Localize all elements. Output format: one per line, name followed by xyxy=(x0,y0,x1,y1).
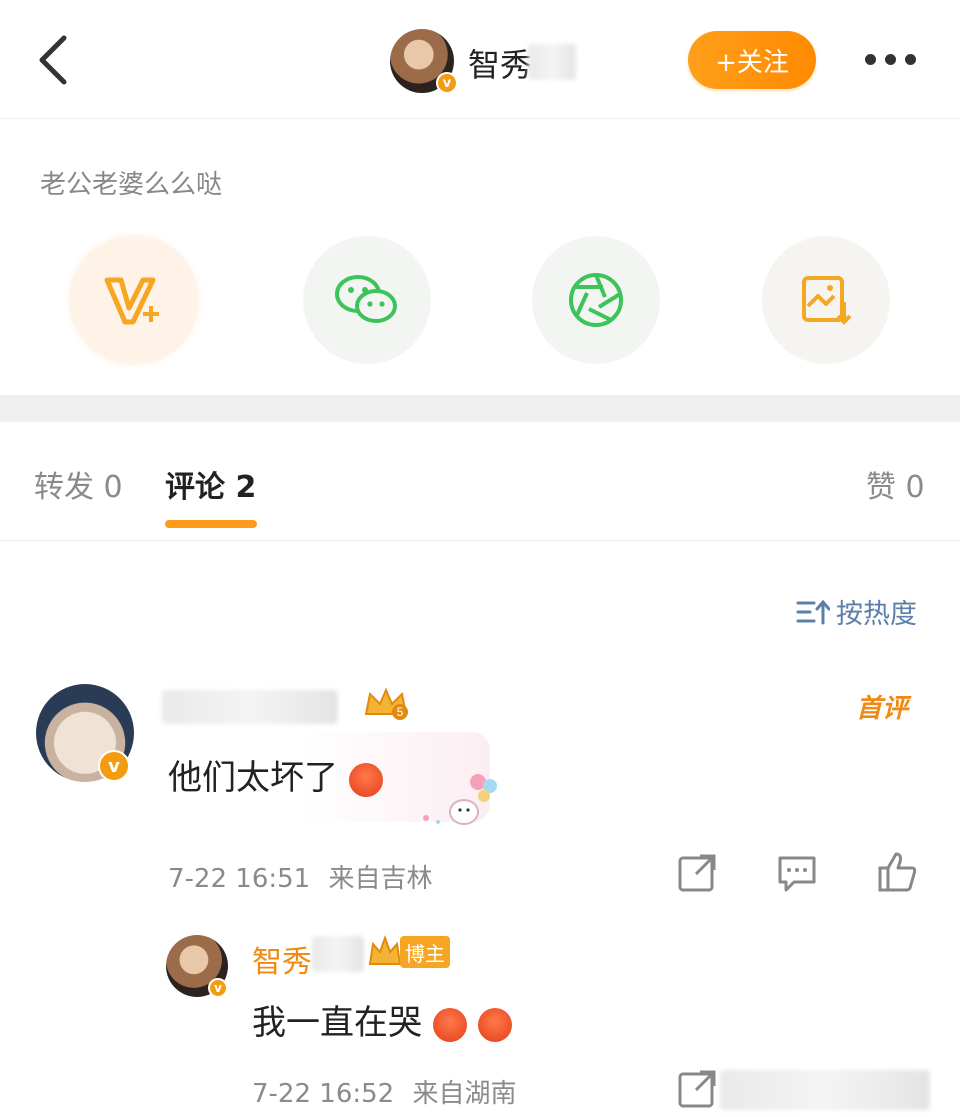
watermark-overlay xyxy=(720,1070,930,1110)
share-wechat-button[interactable] xyxy=(303,236,431,364)
comment-reply-button[interactable] xyxy=(776,852,818,898)
share-prompt: 老公老婆么么哒 xyxy=(40,170,223,200)
comment-like-button[interactable] xyxy=(876,850,918,896)
share-icon xyxy=(678,1070,716,1108)
reply-verified-badge: v xyxy=(208,978,228,998)
reply-share-button[interactable] xyxy=(676,1068,718,1114)
follow-button[interactable]: +关注 xyxy=(688,31,816,89)
commenter-verified-badge: v xyxy=(98,750,130,782)
redacted-name xyxy=(528,44,576,80)
redacted-commenter-name[interactable] xyxy=(162,690,338,724)
wechat-icon xyxy=(335,275,397,323)
tab-repost[interactable]: 转发 0 xyxy=(34,462,123,506)
comment-body: 他们太坏了 xyxy=(168,750,383,799)
bear-balloon-icon xyxy=(423,774,497,825)
more-button[interactable] xyxy=(855,44,925,74)
level-crown-badge: 5 xyxy=(362,684,410,726)
sort-icon xyxy=(796,599,830,624)
angry-emoji-icon xyxy=(348,762,383,797)
crown-icon: 5 xyxy=(364,687,408,720)
thumbs-up-icon xyxy=(878,852,917,892)
level-number: 5 xyxy=(397,705,404,719)
active-tab-indicator xyxy=(165,520,257,528)
angry-emoji-icon xyxy=(477,1007,512,1042)
reply-author-name[interactable]: 智秀 xyxy=(252,937,312,981)
crown-icon xyxy=(368,935,402,965)
save-image-icon xyxy=(802,276,852,325)
sort-button[interactable]: 按热度 xyxy=(796,592,917,631)
comment-meta: 7-22 16:51 来自吉林 xyxy=(168,858,432,895)
tabs-divider xyxy=(0,540,960,541)
tab-likes[interactable]: 赞 0 xyxy=(866,462,925,506)
reply-location: 来自湖南 xyxy=(412,1079,517,1109)
section-divider xyxy=(0,395,960,422)
comment-icon xyxy=(778,856,816,892)
bear-sticker xyxy=(412,770,502,834)
comment-location: 来自吉林 xyxy=(328,864,433,894)
more-dot-icon xyxy=(864,53,876,65)
share-vplus-button[interactable] xyxy=(70,236,198,364)
back-arrow-icon xyxy=(39,35,67,85)
blogger-badge: 博主 xyxy=(400,936,450,968)
sort-label: 按热度 xyxy=(836,599,917,630)
author-name[interactable]: 智秀 xyxy=(468,40,532,86)
comment-time: 7-22 16:51 xyxy=(168,864,311,894)
moments-icon xyxy=(569,273,623,327)
share-moments-button[interactable] xyxy=(532,236,660,364)
verified-badge: v xyxy=(436,72,458,94)
reply-meta: 7-22 16:52 来自湖南 xyxy=(252,1073,516,1110)
reply-body: 我一直在哭 xyxy=(252,995,512,1044)
angry-emoji-icon xyxy=(432,1007,467,1042)
comment-text: 他们太坏了 xyxy=(168,758,338,798)
vplus-icon xyxy=(104,277,159,325)
share-save-image-button[interactable] xyxy=(762,236,890,364)
back-button[interactable] xyxy=(30,30,78,90)
tab-comments[interactable]: 评论 2 xyxy=(165,462,256,506)
reply-text: 我一直在哭 xyxy=(252,1003,422,1043)
redacted-reply-name xyxy=(312,936,364,972)
first-comment-badge: 首评 xyxy=(856,694,909,724)
reply-time: 7-22 16:52 xyxy=(252,1079,395,1109)
blogger-crown xyxy=(368,934,402,974)
more-dot-icon xyxy=(884,53,896,65)
comment-share-button[interactable] xyxy=(676,852,718,898)
more-dot-icon xyxy=(904,53,916,65)
share-icon xyxy=(678,854,716,892)
